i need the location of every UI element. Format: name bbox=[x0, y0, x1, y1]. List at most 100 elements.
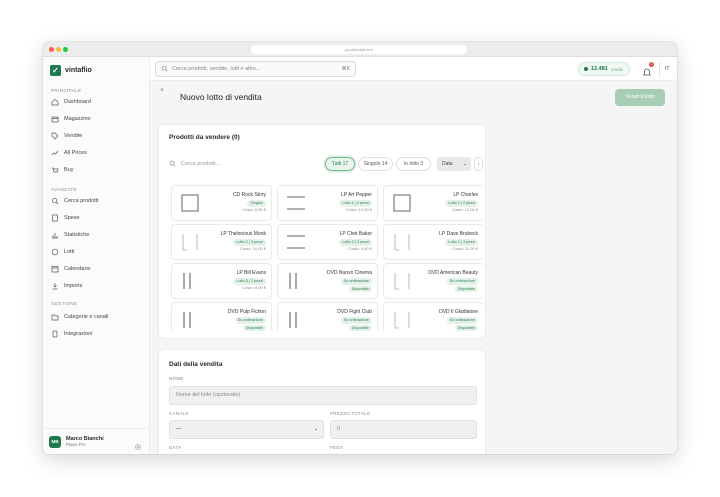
sidebar-item-buy[interactable]: Buy bbox=[51, 164, 143, 175]
channel-label: Canale bbox=[169, 411, 189, 416]
app-logo-icon: ✓ bbox=[50, 64, 61, 76]
product-thumbnail-icon bbox=[286, 310, 306, 330]
product-tile[interactable]: DVD American Beauty Su ordinazione Disponi… bbox=[383, 263, 483, 299]
home-icon bbox=[51, 98, 59, 106]
sell-lot-button[interactable]: Vendi il lotto bbox=[615, 89, 665, 106]
credits-badge[interactable]: 12.481 crediti bbox=[578, 62, 630, 76]
products-search-placeholder: Cerca prodotti... bbox=[181, 161, 221, 167]
sidebar-item-spese[interactable]: Spese bbox=[51, 212, 143, 223]
product-cost: Costo: 9,50 € bbox=[348, 246, 372, 251]
product-status-badge: Lotto 2 | 3 pezzi bbox=[233, 239, 266, 246]
product-thumbnail-icon bbox=[286, 232, 306, 252]
product-tile[interactable]: CD Rock Story Singolo Costo: 6,50 € bbox=[171, 185, 272, 221]
filter-all-chip[interactable]: Tutti 17 bbox=[325, 157, 355, 171]
notifications-button[interactable]: 3 bbox=[642, 62, 654, 76]
lot-name-field[interactable]: Nome del lotto (opzionale) bbox=[169, 386, 477, 405]
product-tile[interactable]: DVD Fight Club Su ordinazione Disponibile bbox=[277, 302, 378, 331]
tag-icon bbox=[51, 132, 59, 140]
product-cost: Costo: 6,50 € bbox=[242, 207, 266, 212]
product-status-badge: Lotto 3 | 2 pezzi bbox=[233, 278, 266, 285]
product-availability-badge: Disponibile bbox=[454, 286, 478, 292]
product-name: DVD Il Gladiatore bbox=[439, 309, 478, 315]
sort-direction-button[interactable]: ↓ bbox=[474, 157, 483, 171]
sidebar-item-all-prices[interactable]: All Prices bbox=[51, 147, 143, 158]
product-tile[interactable]: LP Dave Brubeck Lotto 2 | 3 pezzi Costo: 1… bbox=[383, 224, 483, 260]
product-tile[interactable]: LP Bill Evans Lotto 3 | 2 pezzi Costo: 8,0… bbox=[171, 263, 272, 299]
product-tile[interactable]: LP Thelonious Monk Lotto 2 | 3 pezzi Costo… bbox=[171, 224, 272, 260]
sidebar-item-dashboard[interactable]: Dashboard bbox=[51, 96, 143, 107]
channel-select-value: — bbox=[176, 426, 182, 432]
sidebar-item-label: Vendite bbox=[64, 132, 83, 139]
product-availability-badge: Disponibile bbox=[348, 286, 372, 292]
sort-select[interactable]: Data ⌄ bbox=[437, 157, 471, 171]
product-tile[interactable]: DVD Pulp Fiction Su ordinazione Disponibil… bbox=[171, 302, 272, 331]
sidebar-item-label: Cerca prodotti bbox=[64, 197, 99, 204]
products-grid: CD Rock Story Singolo Costo: 6,50 € LP Art … bbox=[171, 185, 483, 331]
user-profile[interactable]: MB Marco Bianchi Piano Pro bbox=[43, 428, 150, 454]
trend-icon bbox=[51, 149, 59, 157]
sidebar-item-label: Categorie e canali bbox=[64, 313, 109, 320]
minimize-window-icon[interactable] bbox=[56, 47, 61, 52]
product-status-badge: Lotto 2 | 3 pezzi bbox=[339, 239, 372, 246]
product-name: DVD Fight Club bbox=[337, 309, 372, 315]
sidebar-item-imports[interactable]: Imports bbox=[51, 280, 143, 291]
address-bar[interactable]: ppublicidad.test bbox=[251, 45, 467, 54]
sidebar-item-magazzino[interactable]: Magazzino bbox=[51, 113, 143, 124]
product-tile[interactable]: DVD Il Gladiatore Su ordinazione Disponibi… bbox=[383, 302, 483, 331]
box-icon bbox=[51, 115, 59, 123]
filter-single-chip[interactable]: Singolo 14 bbox=[358, 157, 393, 171]
channel-select[interactable]: — ⌄ bbox=[169, 420, 324, 439]
product-status-badge: Lotto 1 | 2 pezzi bbox=[445, 200, 478, 207]
product-tile[interactable]: LP Chet Baker Lotto 2 | 3 pezzi Costo: 9,5… bbox=[277, 224, 378, 260]
user-plan: Piano Pro bbox=[66, 442, 86, 447]
avatar: MB bbox=[49, 435, 61, 448]
product-name: LP Charles bbox=[453, 192, 478, 198]
layers-icon bbox=[51, 248, 59, 256]
name-label: Nome bbox=[169, 376, 184, 381]
brand[interactable]: ✓ vintaflio bbox=[50, 64, 92, 76]
filter-in-lot-chip[interactable]: In lotto 3 bbox=[396, 157, 431, 171]
sidebar-item-categorie[interactable]: Categorie e canali bbox=[51, 311, 143, 322]
sidebar-item-label: Magazzino bbox=[64, 115, 91, 122]
total-price-field[interactable]: 0 bbox=[330, 420, 477, 439]
sidebar-section-avanzate: Avanzate bbox=[51, 187, 77, 192]
maximize-window-icon[interactable] bbox=[63, 47, 68, 52]
product-tile[interactable]: DVD Nuovo Cinema Su ordinazione Disponibil… bbox=[277, 263, 378, 299]
product-tile[interactable]: LP Charles Lotto 1 | 2 pezzi Costo: 12,00 … bbox=[383, 185, 483, 221]
search-placeholder: Cerca prodotti, vendite, lotti e altro..… bbox=[172, 66, 261, 72]
close-icon[interactable]: × bbox=[160, 87, 172, 99]
settings-gear-icon[interactable] bbox=[134, 438, 142, 450]
products-search-input[interactable]: Cerca prodotti... bbox=[169, 158, 309, 170]
product-thumbnail-icon bbox=[392, 232, 412, 252]
product-tile[interactable]: LP Art Pepper Lotto 1 | 2 pezzi Costo: 15,… bbox=[277, 185, 378, 221]
sidebar-item-cerca-prodotti[interactable]: Cerca prodotti bbox=[51, 195, 143, 206]
sidebar-item-label: Buy bbox=[64, 166, 74, 173]
product-name: DVD Pulp Fiction bbox=[227, 309, 266, 315]
product-thumbnail-icon bbox=[286, 193, 306, 213]
sidebar-item-calendario[interactable]: Calendario bbox=[51, 263, 143, 274]
product-name: LP Thelonious Monk bbox=[220, 231, 266, 237]
sidebar-item-statistiche[interactable]: Statistiche bbox=[51, 229, 143, 240]
language-switch[interactable]: IT bbox=[659, 62, 669, 76]
sidebar-item-lotti[interactable]: Lotti bbox=[51, 246, 143, 257]
sidebar-item-integrazioni[interactable]: Integrazioni bbox=[51, 328, 143, 339]
global-search-input[interactable]: Cerca prodotti, vendite, lotti e altro..… bbox=[155, 61, 356, 77]
chart-icon bbox=[51, 231, 59, 239]
search-icon bbox=[51, 197, 59, 205]
product-status-badge: Su ordinazione bbox=[340, 317, 372, 324]
browser-titlebar: ppublicidad.test bbox=[43, 42, 677, 57]
product-status-badge: Lotto 2 | 3 pezzi bbox=[445, 239, 478, 246]
product-status-badge: Singolo bbox=[247, 200, 266, 207]
sidebar-section-principale: Principale bbox=[51, 88, 82, 93]
fees-label: Fees bbox=[330, 445, 343, 450]
search-shortcut: ⌘K bbox=[341, 66, 350, 72]
cart-icon bbox=[51, 166, 59, 174]
product-cost: Costo: 11,00 € bbox=[452, 246, 478, 251]
sidebar: ✓ vintaflio Principale Dashboard Magazzi… bbox=[43, 57, 150, 454]
product-availability-badge: Disponibile bbox=[454, 325, 478, 331]
calendar-icon bbox=[51, 265, 59, 273]
close-window-icon[interactable] bbox=[49, 47, 54, 52]
product-status-badge: Su ordinazione bbox=[234, 317, 266, 324]
sidebar-item-vendite[interactable]: Vendite bbox=[51, 130, 143, 141]
browser-window: ppublicidad.test ✓ vintaflio Principale … bbox=[43, 42, 677, 454]
